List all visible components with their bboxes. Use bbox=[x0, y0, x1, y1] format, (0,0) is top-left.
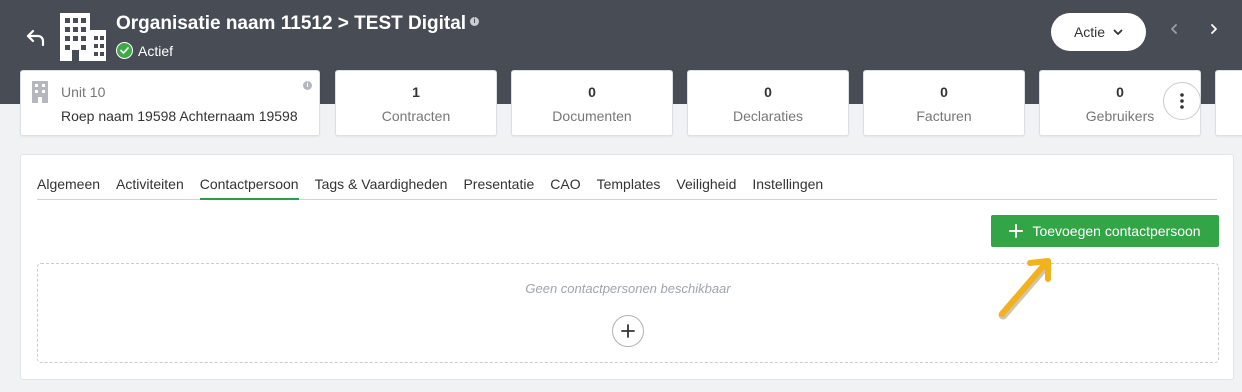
tab-instellingen[interactable]: Instellingen bbox=[752, 176, 823, 200]
info-icon[interactable]: i bbox=[303, 81, 312, 90]
tab-templates[interactable]: Templates bbox=[597, 176, 661, 200]
status-badge: Actief bbox=[116, 42, 173, 59]
stat-label: Documenten bbox=[552, 108, 632, 124]
stat-card-declaraties[interactable]: 0 Declaraties bbox=[687, 70, 849, 136]
stat-count: 0 bbox=[588, 84, 596, 100]
add-circle-button[interactable] bbox=[612, 315, 644, 347]
stat-count: 0 bbox=[940, 84, 948, 100]
tab-presentatie[interactable]: Presentatie bbox=[463, 176, 534, 200]
organisation-building-icon bbox=[60, 13, 106, 61]
unit-name: Unit 10 bbox=[61, 84, 106, 100]
annotation-arrow-icon bbox=[998, 258, 1052, 320]
stat-label: Declaraties bbox=[732, 108, 804, 124]
actie-label: Actie bbox=[1073, 24, 1106, 40]
more-options-button[interactable] bbox=[1163, 82, 1201, 120]
add-contactperson-button[interactable]: Toevoegen contactpersoon bbox=[991, 215, 1219, 247]
stat-card-facturen[interactable]: 0 Facturen bbox=[863, 70, 1025, 136]
plus-icon bbox=[1009, 224, 1024, 238]
unit-contact-name: Roep naam 19598 Achternaam 19598 bbox=[61, 108, 298, 124]
next-icon[interactable] bbox=[1206, 22, 1222, 42]
tab-veiligheid[interactable]: Veiligheid bbox=[676, 176, 736, 200]
tab-contactpersoon[interactable]: Contactpersoon bbox=[199, 176, 299, 200]
check-circle-icon bbox=[116, 42, 133, 59]
stat-card-documenten[interactable]: 0 Documenten bbox=[511, 70, 673, 136]
info-icon[interactable]: i bbox=[470, 17, 479, 26]
building-icon bbox=[32, 81, 48, 103]
stat-card-partial[interactable] bbox=[1215, 70, 1242, 136]
previous-icon[interactable] bbox=[1166, 22, 1182, 42]
tab-cao[interactable]: CAO bbox=[550, 176, 580, 200]
stat-label: Contracten bbox=[381, 108, 451, 124]
page-title: Organisatie naam 11512 > TEST Digital bbox=[116, 13, 467, 34]
back-arrow-icon[interactable] bbox=[24, 28, 48, 48]
vertical-dots-icon bbox=[1180, 93, 1184, 109]
add-contactperson-label: Toevoegen contactpersoon bbox=[1032, 223, 1201, 239]
tab-activiteiten[interactable]: Activiteiten bbox=[116, 176, 184, 200]
tab-bar: Algemeen Activiteiten Contactpersoon Tag… bbox=[37, 176, 1217, 200]
unit-card[interactable]: Unit 10 Roep naam 19598 Achternaam 19598… bbox=[20, 70, 320, 136]
stat-count: 0 bbox=[764, 84, 772, 100]
actie-button[interactable]: Actie bbox=[1051, 13, 1146, 51]
tab-tags-vaardigheden[interactable]: Tags & Vaardigheden bbox=[315, 176, 448, 200]
stat-count: 1 bbox=[412, 84, 420, 100]
tab-algemeen[interactable]: Algemeen bbox=[37, 176, 100, 200]
plus-icon bbox=[621, 324, 635, 338]
status-label: Actief bbox=[138, 42, 174, 59]
stat-label: Facturen bbox=[916, 108, 972, 124]
chevron-down-icon bbox=[1113, 29, 1123, 35]
stat-card-contracten[interactable]: 1 Contracten bbox=[335, 70, 497, 136]
